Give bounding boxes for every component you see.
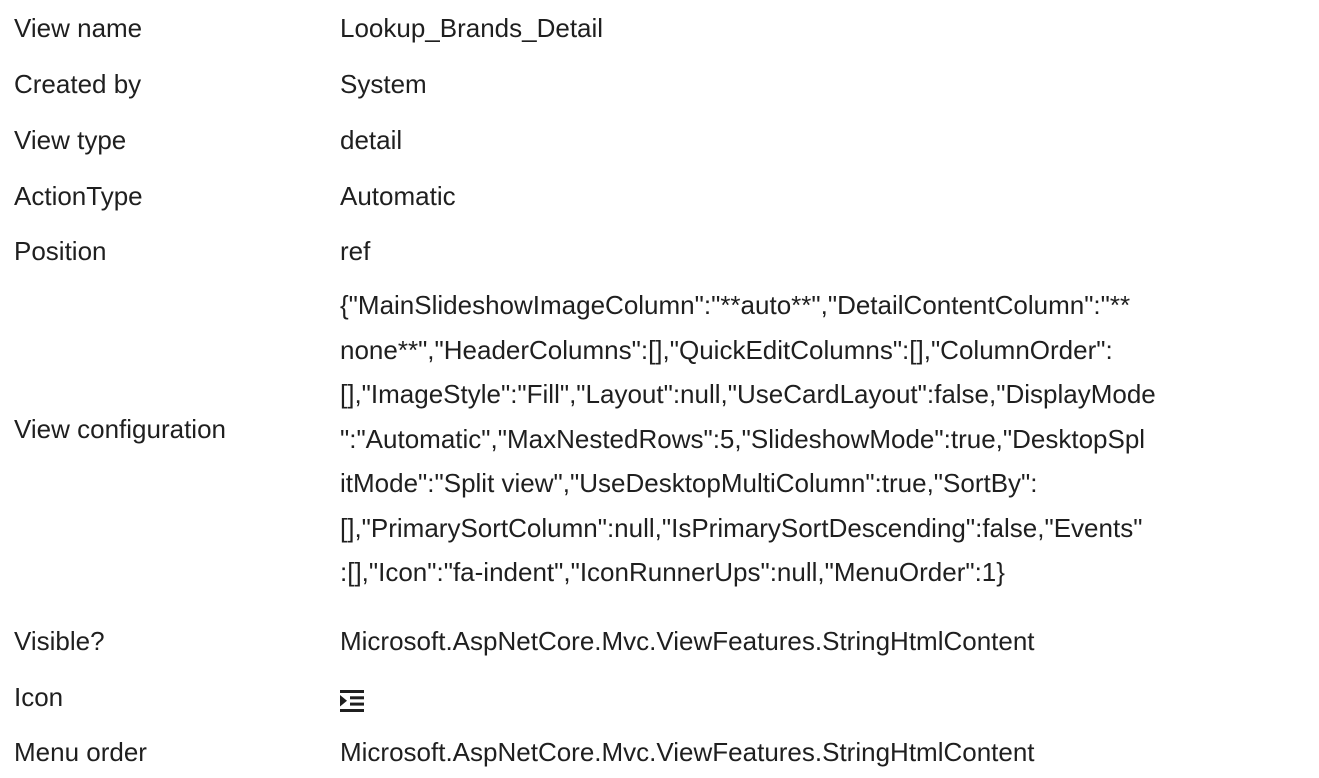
view-configuration-line: itMode":"Split view","UseDesktopMultiCol… xyxy=(340,468,1038,498)
menu-order-label: Menu order xyxy=(14,737,147,767)
view-configuration-label: View configuration xyxy=(14,414,226,444)
view-configuration-line: [],"PrimarySortColumn":null,"IsPrimarySo… xyxy=(340,512,1143,543)
action-type-value: Automatic xyxy=(340,181,456,211)
position-value: ref xyxy=(340,236,371,266)
icon-label: Icon xyxy=(14,682,64,712)
view-name-label: View name xyxy=(14,13,143,43)
position-label: Position xyxy=(14,236,107,266)
view-type-label: View type xyxy=(14,125,127,155)
visible-label: Visible? xyxy=(14,626,105,656)
indent-icon xyxy=(340,690,364,712)
visible-value: Microsoft.AspNetCore.Mvc.ViewFeatures.St… xyxy=(340,626,1035,656)
view-configuration-line: none**","HeaderColumns":[],"QuickEditCol… xyxy=(340,334,1113,365)
view-configuration-line: ":"Automatic","MaxNestedRows":5,"Slidesh… xyxy=(340,423,1146,454)
view-name-value: Lookup_Brands_Detail xyxy=(340,13,604,43)
menu-order-value: Microsoft.AspNetCore.Mvc.ViewFeatures.St… xyxy=(340,737,1035,767)
created-by-label: Created by xyxy=(14,69,142,99)
action-type-label: ActionType xyxy=(14,181,143,211)
icon-value xyxy=(340,675,1308,719)
view-configuration-line: [],"ImageStyle":"Fill","Layout":null,"Us… xyxy=(340,379,1156,409)
view-type-value: detail xyxy=(340,125,403,155)
view-configuration-value: {"MainSlideshowImageColumn":"**auto**","… xyxy=(340,283,1308,595)
view-configuration-line: :[],"Icon":"fa-indent","IconRunnerUps":n… xyxy=(340,557,1005,587)
view-configuration-line: {"MainSlideshowImageColumn":"**auto**","… xyxy=(340,290,1131,320)
created-by-value: System xyxy=(340,69,427,99)
view-properties-list: View name Lookup_Brands_Detail Created b… xyxy=(0,0,1319,778)
